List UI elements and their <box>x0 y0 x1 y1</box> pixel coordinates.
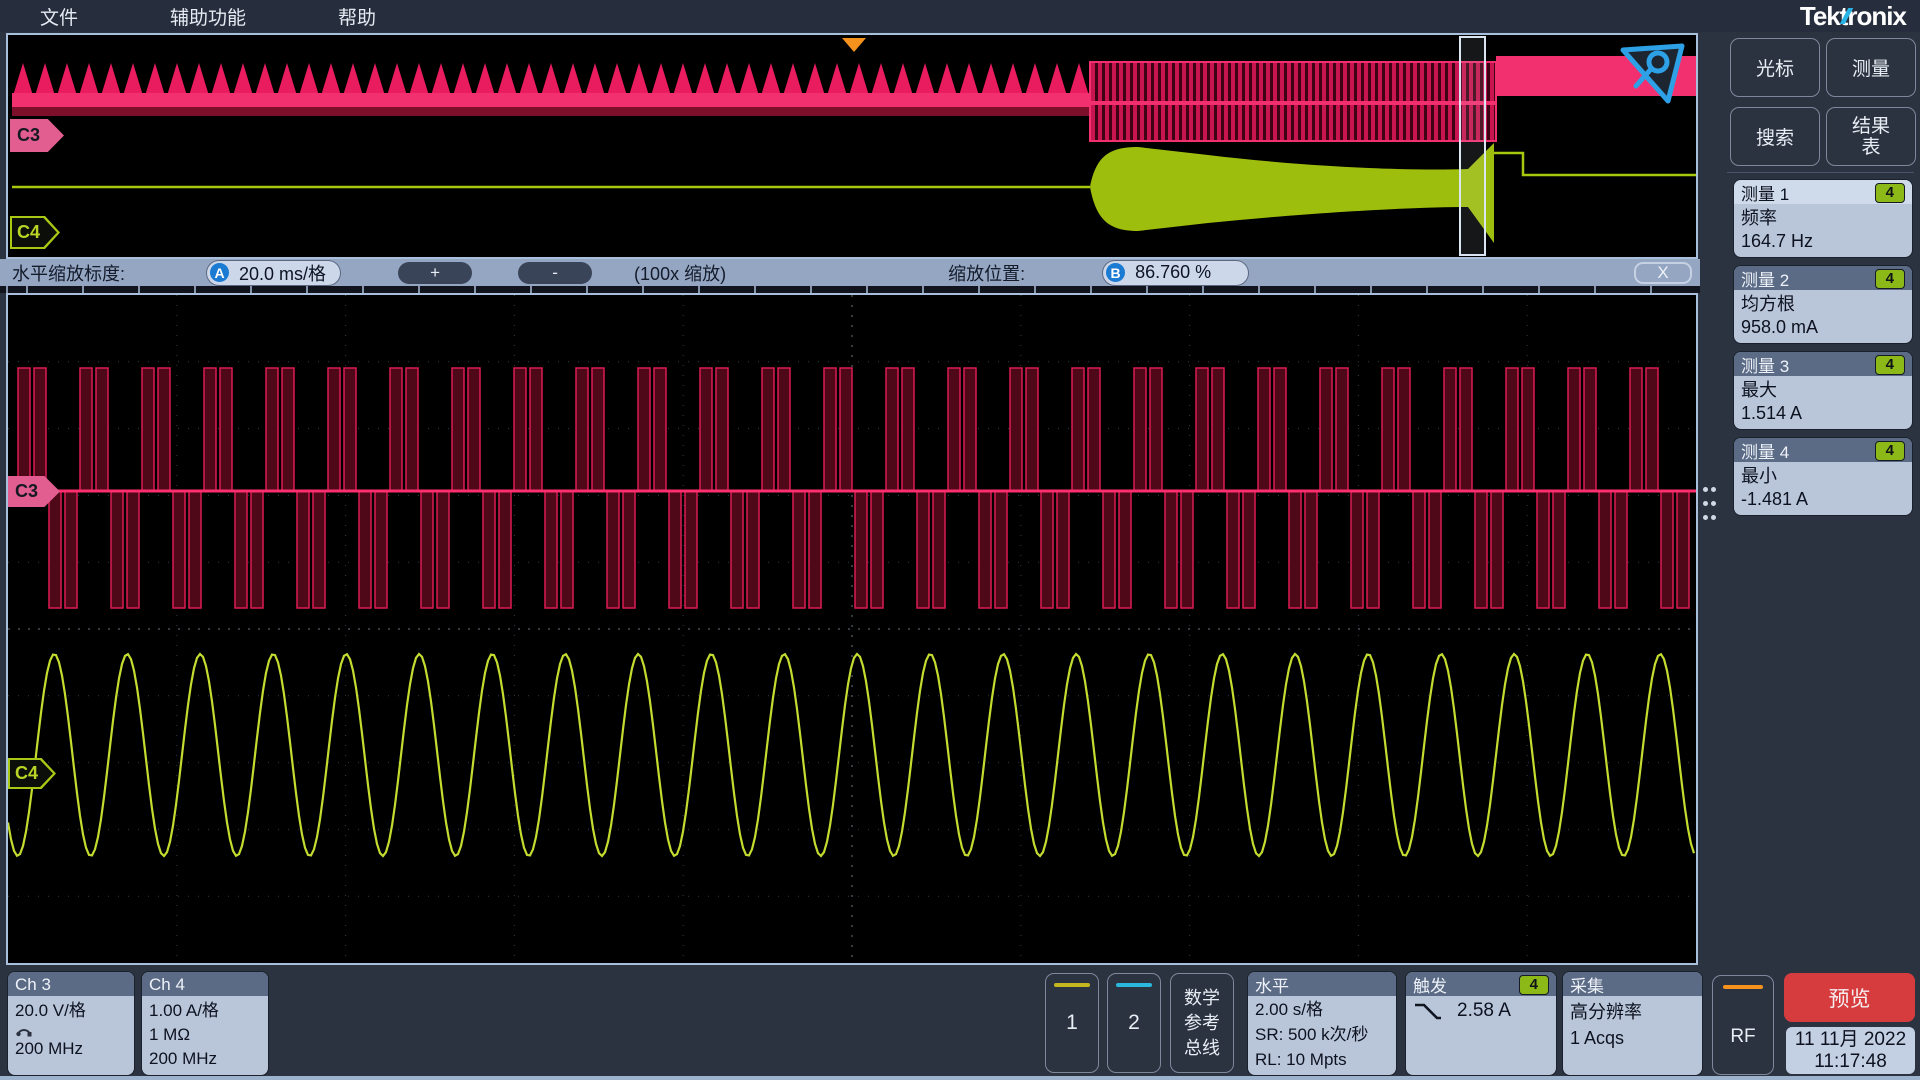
zoom-scale-label: 水平缩放标度: <box>12 260 125 286</box>
horizontal-badge[interactable]: 水平 2.00 s/格 SR: 500 k次/秒 RL: 10 Mpts <box>1248 972 1396 1075</box>
zoom-in-button[interactable]: + <box>398 262 472 284</box>
measurement-name: 均方根 <box>1741 293 1905 316</box>
main-c4-trace <box>8 654 1694 856</box>
knob-b-icon: B <box>1106 263 1125 282</box>
search-button[interactable]: 搜索 <box>1730 107 1820 166</box>
drag-handle-dots[interactable] <box>1703 487 1716 525</box>
tektronix-logo: Tektronix <box>1800 1 1906 32</box>
bottom-edge-strip <box>0 1076 1920 1080</box>
main-waveform-view: C3 C4 <box>6 293 1698 965</box>
measurement-4-panel[interactable]: 测量 44 最小-1.481 A <box>1734 438 1912 515</box>
acquisition-count: 1 Acqs <box>1570 1025 1695 1051</box>
waveform-overview: C3 C4 <box>6 33 1698 259</box>
ch4-scale: 1.00 A/格 <box>149 999 261 1023</box>
overview-svg <box>8 35 1696 257</box>
sidebar-divider <box>1727 172 1914 173</box>
ch3-badge[interactable]: Ch 3 20.0 V/格 200 MHz <box>8 972 134 1075</box>
trigger-badge[interactable]: 触发4 2.58 A <box>1406 972 1556 1075</box>
measurement-2-panel[interactable]: 测量 24 均方根958.0 mA <box>1734 266 1912 343</box>
zoom-close-button[interactable]: X <box>1634 262 1692 284</box>
results-table-button[interactable]: 结果表 <box>1826 107 1916 166</box>
zoom-scale-control[interactable]: A 20.0 ms/格 <box>207 261 340 285</box>
overview-c3-trace <box>12 56 1696 141</box>
orange-line-icon <box>1723 985 1763 989</box>
ch4-impedance: 1 MΩ <box>149 1023 261 1047</box>
zoom-control-bar: 水平缩放标度: A 20.0 ms/格 + - (100x 缩放) 缩放位置: … <box>0 259 1700 286</box>
measurement-name: 最大 <box>1741 379 1905 402</box>
main-waveform-svg <box>8 295 1696 963</box>
knob-a-icon: A <box>210 263 229 282</box>
measurement-1-panel[interactable]: 测量 14 频率164.7 Hz <box>1734 180 1912 257</box>
acquisition-badge[interactable]: 采集 高分辨率 1 Acqs <box>1563 972 1702 1075</box>
zoom-position-label: 缩放位置: <box>948 260 1025 286</box>
zoom-window-box[interactable] <box>1460 37 1485 255</box>
zoom-timeline-ticks <box>0 286 1700 293</box>
record-length: RL: 10 Mpts <box>1255 1047 1389 1072</box>
falling-edge-icon <box>1413 1000 1443 1022</box>
ch3-bandwidth: 200 MHz <box>15 1037 127 1061</box>
source-badge: 4 <box>1875 269 1905 289</box>
measurement-value: -1.481 A <box>1741 488 1905 511</box>
preview-button[interactable]: 预览 <box>1784 973 1915 1022</box>
measure-button[interactable]: 测量 <box>1826 38 1916 97</box>
ch4-badge[interactable]: Ch 4 1.00 A/格 1 MΩ 200 MHz <box>142 972 268 1075</box>
trigger-source-badge: 4 <box>1519 975 1549 995</box>
menu-help[interactable]: 帮助 <box>338 3 376 30</box>
oscilloscope-screen: 文件 辅助功能 帮助 Tektronix C3 <box>0 0 1920 1080</box>
measurement-3-panel[interactable]: 测量 34 最大1.514 A <box>1734 352 1912 429</box>
datetime-display: 11 11月 2022 11:17:48 <box>1786 1027 1915 1074</box>
cyan-line-icon <box>1116 983 1152 987</box>
measurement-value: 164.7 Hz <box>1741 230 1905 253</box>
measurement-name: 频率 <box>1741 207 1905 230</box>
probe-icon <box>15 1023 127 1037</box>
menu-bar: 文件 辅助功能 帮助 Tektronix <box>0 0 1920 32</box>
measurement-value: 1.514 A <box>1741 402 1905 425</box>
math-ref-bus-button[interactable]: 数学参考总线 <box>1170 973 1234 1073</box>
measurement-name: 最小 <box>1741 465 1905 488</box>
sample-rate: SR: 500 k次/秒 <box>1255 1022 1389 1047</box>
math-ref-2-button[interactable]: 2 <box>1107 973 1161 1073</box>
cursors-button[interactable]: 光标 <box>1730 38 1820 97</box>
source-badge: 4 <box>1875 355 1905 375</box>
rf-button[interactable]: RF <box>1712 975 1774 1075</box>
menu-file[interactable]: 文件 <box>40 3 78 30</box>
trigger-level: 2.58 A <box>1457 999 1511 1022</box>
time: 11:17:48 <box>1786 1051 1915 1073</box>
overview-c4-trace <box>12 143 1696 243</box>
zoom-factor-label: (100x 缩放) <box>634 260 726 286</box>
ch3-scale: 20.0 V/格 <box>15 999 127 1023</box>
math-ref-1-button[interactable]: 1 <box>1045 973 1099 1073</box>
ch4-bandwidth: 200 MHz <box>149 1047 261 1071</box>
trigger-position-marker[interactable] <box>842 38 866 52</box>
yellow-line-icon <box>1054 983 1090 987</box>
menu-utility[interactable]: 辅助功能 <box>170 3 246 30</box>
source-badge: 4 <box>1875 441 1905 461</box>
measurement-value: 958.0 mA <box>1741 316 1905 339</box>
horizontal-scale: 2.00 s/格 <box>1255 997 1389 1022</box>
zoom-out-button[interactable]: - <box>518 262 592 284</box>
date: 11 11月 2022 <box>1786 1029 1915 1051</box>
zoom-position-control[interactable]: B 86.760 % <box>1103 261 1248 285</box>
main-c3-trace <box>8 368 1696 608</box>
source-badge: 4 <box>1875 183 1905 203</box>
acquisition-mode: 高分辨率 <box>1570 999 1695 1025</box>
